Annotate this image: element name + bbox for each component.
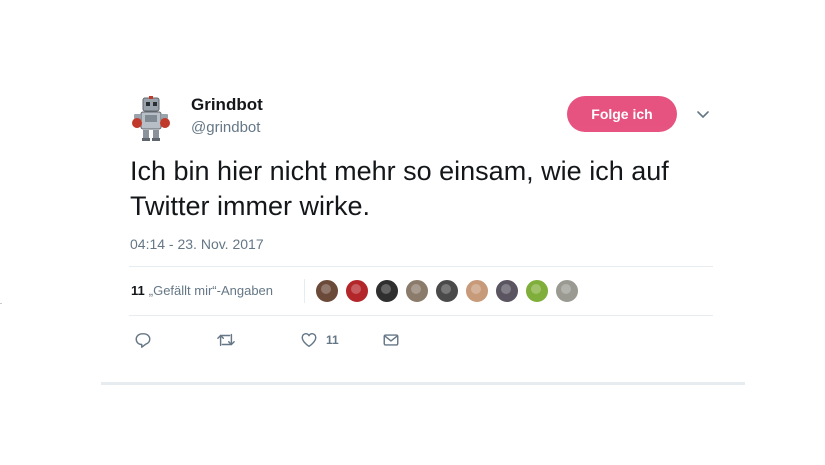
like-count: 11 (326, 333, 339, 347)
likes-stat-link[interactable]: 11 „Gefällt mir“-Angaben (131, 283, 273, 299)
avatar-highlight (411, 284, 421, 294)
user-avatar[interactable] (128, 96, 174, 142)
avatar-highlight (561, 284, 571, 294)
avatar-highlight (321, 284, 331, 294)
user-display-name[interactable]: Grindbot (191, 95, 263, 115)
like-button[interactable]: 11 (300, 330, 339, 350)
liker-avatar-6-icon[interactable] (465, 279, 489, 303)
liker-avatar-8-icon[interactable] (525, 279, 549, 303)
reply-icon (135, 332, 151, 348)
avatar-highlight (471, 284, 481, 294)
liker-avatar-4-icon[interactable] (405, 279, 429, 303)
stat-divider (304, 279, 305, 303)
avatar-highlight (531, 284, 541, 294)
avatar-highlight (501, 284, 511, 294)
retweet-button[interactable] (216, 330, 236, 350)
likes-stat-label: „Gefällt mir“-Angaben (148, 283, 274, 298)
tweet-text: Ich bin hier nicht mehr so einsam, wie i… (130, 156, 669, 221)
heart-icon (301, 332, 317, 348)
page: Grindbot @grindbot Folge ich Ich bin hie… (0, 0, 825, 465)
more-options-caret[interactable] (695, 106, 711, 122)
liker-avatar-9-icon[interactable] (555, 279, 579, 303)
edge-mark (0, 303, 2, 304)
direct-message-button[interactable] (382, 330, 400, 350)
likes-stat-count: 11 (131, 283, 145, 298)
liker-avatar-5-icon[interactable] (435, 279, 459, 303)
reply-button[interactable] (134, 330, 152, 350)
liker-avatar-7-icon[interactable] (495, 279, 519, 303)
envelope-icon (383, 334, 399, 346)
tweet-stats: 11 „Gefällt mir“-Angaben (129, 266, 713, 316)
tweet-timestamp[interactable]: 04:14 - 23. Nov. 2017 (130, 235, 264, 253)
avatar-highlight (351, 284, 361, 294)
liker-avatar-1-icon[interactable] (315, 279, 339, 303)
following-button[interactable]: Folge ich (567, 96, 677, 132)
chevron-down-icon (697, 111, 709, 118)
robot-avatar-icon (132, 96, 170, 141)
avatar-highlight (441, 284, 451, 294)
liker-avatar-2-icon[interactable] (345, 279, 369, 303)
tweet-actions: 11 (130, 328, 720, 352)
user-handle[interactable]: @grindbot (191, 119, 260, 137)
tweet-card: Grindbot @grindbot Folge ich Ich bin hie… (101, 78, 745, 385)
liker-avatar-3-icon[interactable] (375, 279, 399, 303)
retweet-icon (217, 333, 235, 347)
avatar-highlight (381, 284, 391, 294)
